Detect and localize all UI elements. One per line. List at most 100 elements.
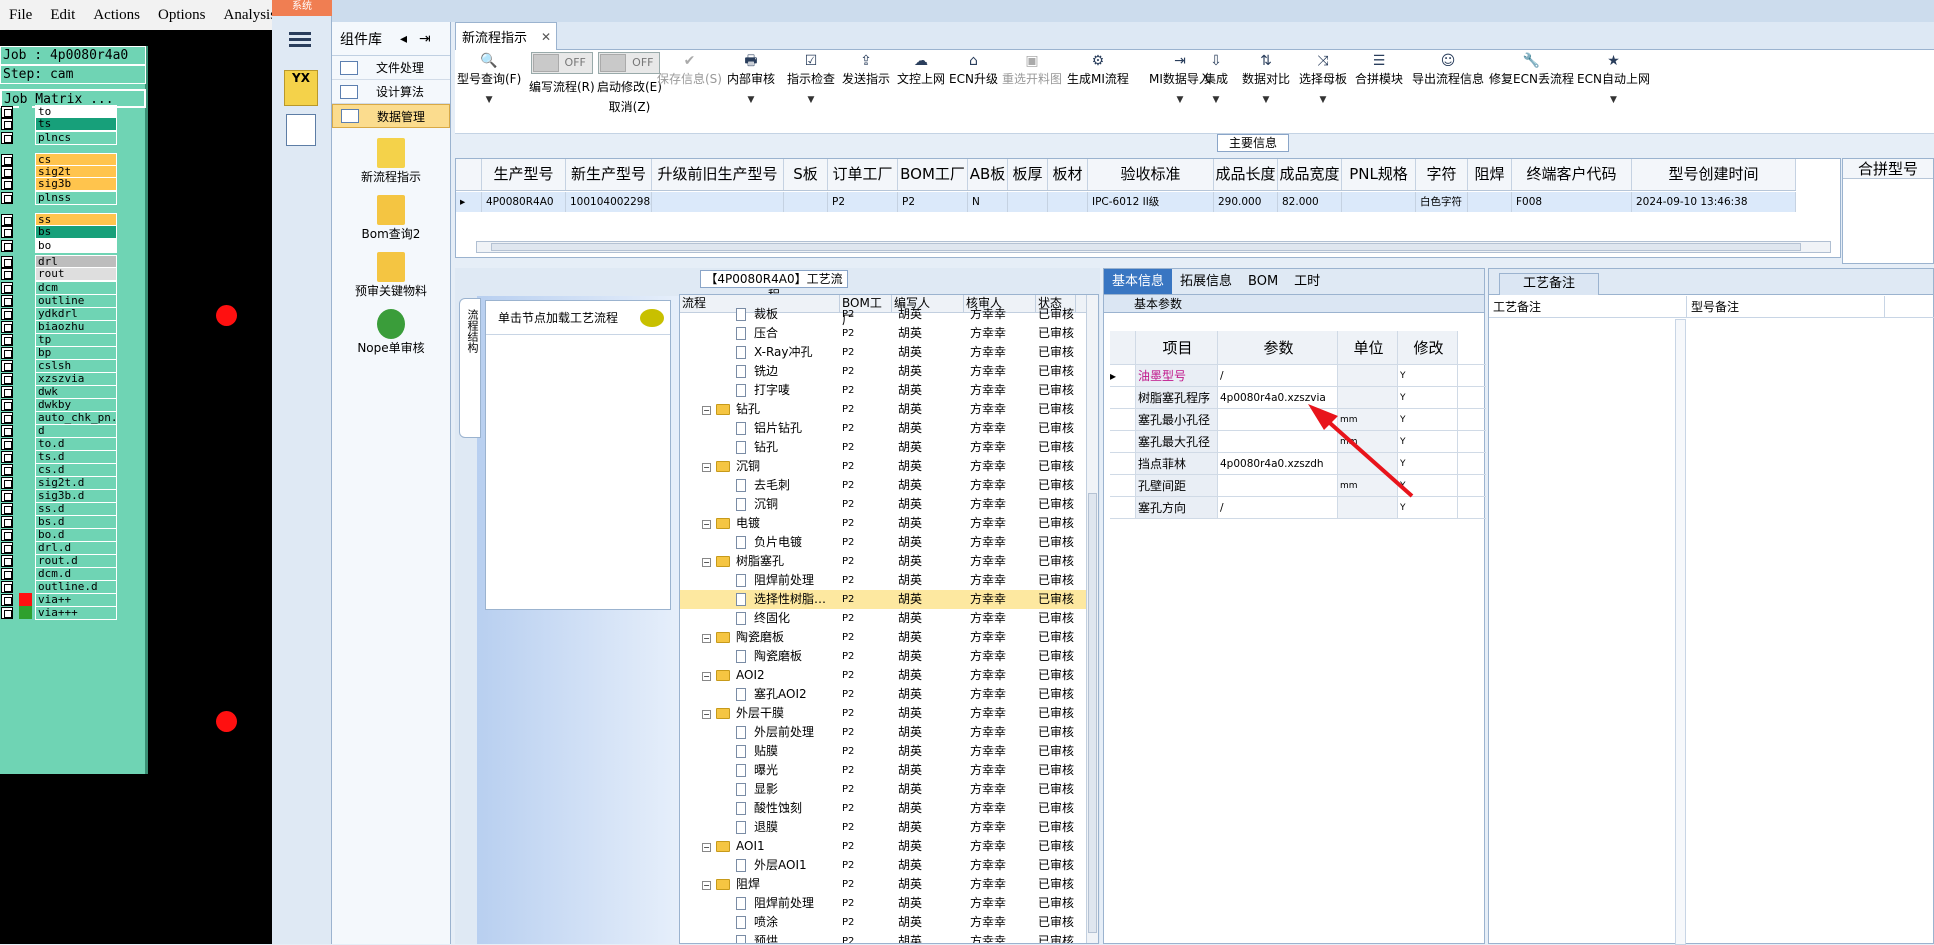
toolbar-button-14[interactable]: ⤨ 选择母板 ▼ — [1299, 52, 1347, 105]
flow-tree-row[interactable]: 铣边 P2 胡英 方幸幸 已审核 — [680, 362, 1098, 381]
toolbar-button-11[interactable]: ⇥ MI数据导入 ▼ — [1149, 52, 1211, 105]
flow-tree-row[interactable]: 铝片钻孔 P2 胡英 方幸幸 已审核 — [680, 419, 1098, 438]
grid-column-header[interactable]: AB板 — [968, 159, 1008, 190]
complib-item[interactable]: 数据管理 — [332, 104, 450, 128]
flow-tree-row[interactable]: 外层前处理 P2 胡英 方幸幸 已审核 — [680, 723, 1098, 742]
flow-step-cell[interactable]: 陶瓷磨板 — [680, 647, 840, 666]
layer-checkbox[interactable] — [1, 554, 13, 567]
layer-row[interactable]: rout — [1, 266, 117, 281]
flow-step-cell[interactable]: 铝片钻孔 — [680, 419, 840, 438]
flow-step-cell[interactable]: − 阻焊 — [680, 875, 840, 894]
layer-checkbox[interactable] — [1, 333, 13, 346]
toolbar-button-15[interactable]: ☰ 合拼模块 — [1355, 52, 1403, 87]
flow-tree-row[interactable]: 沉铜 P2 胡英 方幸幸 已审核 — [680, 495, 1098, 514]
complib-item[interactable]: 文件处理 — [332, 56, 450, 80]
flow-step-cell[interactable]: − 沉铜 — [680, 457, 840, 476]
layer-checkbox[interactable] — [1, 177, 13, 190]
flow-tree-row[interactable]: 压合 P2 胡英 方幸幸 已审核 — [680, 324, 1098, 343]
flow-tree-row[interactable]: 外层AOI1 P2 胡英 方幸幸 已审核 — [680, 856, 1098, 875]
layer-row[interactable]: via+++ — [1, 605, 117, 620]
grid-column-header[interactable]: 板材 — [1048, 159, 1088, 190]
horizontal-scrollbar[interactable] — [476, 241, 1831, 253]
flow-tree-row[interactable]: 贴膜 P2 胡英 方幸幸 已审核 — [680, 742, 1098, 761]
grid-cell[interactable]: P2 — [898, 192, 968, 212]
info-tab[interactable]: 工时 — [1286, 269, 1328, 294]
flow-tree-row[interactable]: 塞孔AOI2 P2 胡英 方幸幸 已审核 — [680, 685, 1098, 704]
layer-checkbox[interactable] — [1, 191, 13, 204]
flow-tree-row[interactable]: − 陶瓷磨板 P2 胡英 方幸幸 已审核 — [680, 628, 1098, 647]
params-column-header[interactable]: 参数 — [1218, 331, 1338, 364]
tab-flow-structure[interactable]: 流程结构 — [459, 298, 481, 438]
toolbar-button-5[interactable]: ☑ 指示检查 ▼ — [787, 52, 835, 105]
layer-row[interactable]: plncs — [1, 130, 117, 145]
layer-row[interactable]: bs — [1, 224, 117, 239]
flow-tree-row[interactable]: 终固化 P2 胡英 方幸幸 已审核 — [680, 609, 1098, 628]
flow-step-cell[interactable]: 终固化 — [680, 609, 840, 628]
dropdown-caret-icon[interactable]: ▼ — [1213, 95, 1220, 105]
flow-step-cell[interactable]: 外层前处理 — [680, 723, 840, 742]
flow-step-cell[interactable]: 预烘 — [680, 932, 840, 943]
grid-cell[interactable]: 白色字符 — [1416, 192, 1468, 212]
dock-icon[interactable]: ⇥ — [419, 31, 431, 47]
layer-checkbox[interactable] — [1, 606, 13, 619]
grid-column-header[interactable]: 成品宽度 — [1278, 159, 1342, 190]
flow-step-cell[interactable]: − 电镀 — [680, 514, 840, 533]
grid-cell[interactable]: N — [968, 192, 1008, 212]
layer-checkbox[interactable] — [1, 528, 13, 541]
dropdown-caret-icon[interactable]: ▼ — [808, 95, 815, 105]
grid-cell[interactable]: 82.000 — [1278, 192, 1342, 212]
params-column-header[interactable]: 单位 — [1338, 331, 1398, 364]
flow-step-cell[interactable]: 压合 — [680, 324, 840, 343]
collapse-icon[interactable]: − — [702, 672, 711, 681]
layer-checkbox[interactable] — [1, 372, 13, 385]
flow-tree-row[interactable]: − 沉铜 P2 胡英 方幸幸 已审核 — [680, 457, 1098, 476]
toolbar-button-16[interactable]: ☺ 导出流程信息 — [1412, 52, 1484, 87]
flow-step-cell[interactable]: − AOI2 — [680, 666, 840, 685]
layer-checkbox[interactable] — [1, 239, 13, 252]
toolbar-button-10[interactable]: ⚙ 生成MI流程 — [1067, 52, 1129, 87]
layer-checkbox[interactable] — [1, 502, 13, 515]
grid-cell[interactable] — [1008, 192, 1048, 212]
layer-checkbox[interactable] — [1, 307, 13, 320]
grid-cell[interactable]: P2 — [828, 192, 898, 212]
flow-tree-row[interactable]: 阻焊前处理 P2 胡英 方幸幸 已审核 — [680, 894, 1098, 913]
flow-tree-row[interactable]: − AOI2 P2 胡英 方幸幸 已审核 — [680, 666, 1098, 685]
layer-name[interactable]: ts — [35, 116, 117, 131]
flow-tree-row[interactable]: − 外层干膜 P2 胡英 方幸幸 已审核 — [680, 704, 1098, 723]
row-indicator[interactable] — [1110, 497, 1136, 518]
toggle-switch[interactable]: OFF — [598, 52, 661, 74]
flow-step-cell[interactable]: 塞孔AOI2 — [680, 685, 840, 704]
flow-step-cell[interactable]: 阻焊前处理 — [680, 894, 840, 913]
notes-scrollbar[interactable] — [1675, 319, 1686, 945]
layer-row[interactable]: plnss — [1, 190, 117, 205]
toolbar-button-6[interactable]: ⇪ 发送指示 — [842, 52, 890, 87]
row-indicator[interactable]: ▸ — [1110, 365, 1136, 386]
vertical-scrollbar[interactable] — [1086, 295, 1098, 943]
grid-cell[interactable]: 10010400229855 — [566, 192, 652, 212]
flow-step-cell[interactable]: − 陶瓷磨板 — [680, 628, 840, 647]
grid-column-header[interactable]: 订单工厂 — [828, 159, 898, 190]
layer-checkbox[interactable] — [1, 450, 13, 463]
flow-tree-row[interactable]: 选择性树脂… P2 胡英 方幸幸 已审核 — [680, 590, 1098, 609]
param-modify[interactable]: Y — [1398, 365, 1458, 386]
collapse-icon[interactable]: − — [702, 710, 711, 719]
collapse-icon[interactable]: − — [702, 843, 711, 852]
grid-column-header[interactable]: 终端客户代码 — [1512, 159, 1632, 190]
collapse-icon[interactable]: − — [702, 520, 711, 529]
toolbar-button-7[interactable]: ☁ 文控上网 — [897, 52, 945, 87]
toolbar-button-2[interactable]: OFF 启动修改(E) 取消(Z) — [597, 52, 662, 115]
layer-name[interactable]: via+++ — [35, 605, 117, 620]
param-row[interactable]: ▸ 油墨型号 / Y — [1110, 365, 1486, 387]
flow-tree-row[interactable]: 酸性蚀刻 P2 胡英 方幸幸 已审核 — [680, 799, 1098, 818]
flow-step-cell[interactable]: 铣边 — [680, 362, 840, 381]
layer-checkbox[interactable] — [1, 281, 13, 294]
layer-checkbox[interactable] — [1, 131, 13, 144]
flow-tree-row[interactable]: 喷涂 P2 胡英 方幸幸 已审核 — [680, 913, 1098, 932]
flow-tree-row[interactable]: 显影 P2 胡英 方幸幸 已审核 — [680, 780, 1098, 799]
layer-checkbox[interactable] — [1, 359, 13, 372]
flow-step-cell[interactable]: 阻焊前处理 — [680, 571, 840, 590]
layer-checkbox[interactable] — [1, 346, 13, 359]
flow-tree-row[interactable]: 陶瓷磨板 P2 胡英 方幸幸 已审核 — [680, 647, 1098, 666]
layer-row[interactable]: sig3b — [1, 176, 117, 191]
dropdown-caret-icon[interactable]: ▼ — [748, 95, 755, 105]
